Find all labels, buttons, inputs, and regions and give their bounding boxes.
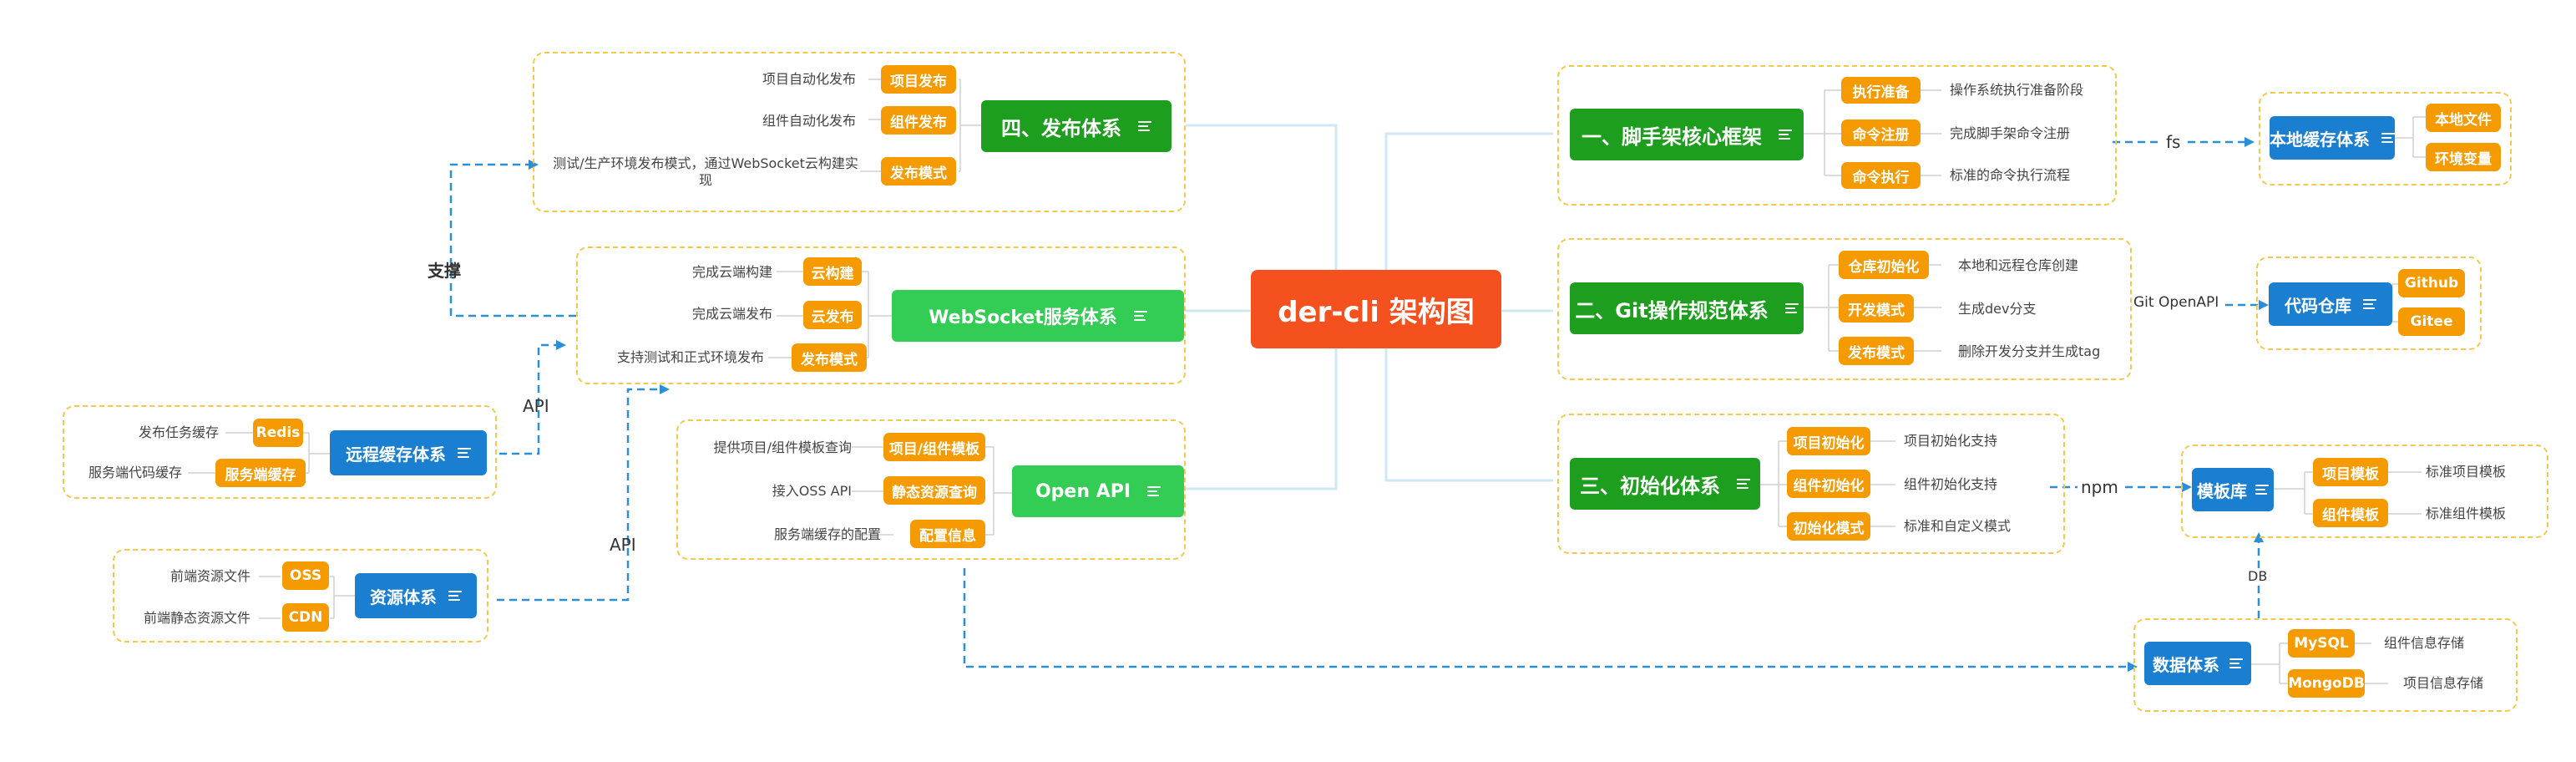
desc-cloud-publish: 完成云端发布 [691, 306, 772, 322]
desc-publish-mode: 删除开发分支并生成tag [1958, 343, 2101, 359]
desc-server-cache: 服务端代码缓存 [88, 465, 182, 480]
menu-icon [448, 588, 462, 603]
menu-icon [1737, 476, 1750, 491]
tag-dev-mode[interactable]: 开发模式 [1839, 294, 1914, 323]
desc-mongodb: 项目信息存储 [2403, 675, 2484, 691]
publish-node[interactable]: 四、发布体系 [981, 100, 1172, 152]
tag-mongodb[interactable]: MongoDB [2288, 669, 2365, 698]
menu-icon [2229, 656, 2243, 671]
local-cache-node[interactable]: 本地缓存体系 [2270, 116, 2395, 160]
tag-cmd-register[interactable]: 命令注册 [1841, 119, 1921, 146]
tag-cloud-publish[interactable]: 云发布 [803, 301, 862, 329]
desc-ws-publish-mode: 支持测试和正式环境发布 [616, 349, 764, 365]
tag-component-init[interactable]: 组件初始化 [1787, 470, 1870, 498]
desc-cmd-register: 完成脚手架命令注册 [1950, 125, 2071, 141]
menu-icon [1779, 127, 1792, 142]
websocket-node[interactable]: WebSocket服务体系 [892, 290, 1184, 342]
desc-init-mode: 标准和自定义模式 [1904, 518, 2012, 534]
desc-oss: 前端资源文件 [170, 568, 251, 584]
desc-cmd-exec: 标准的命令执行流程 [1950, 167, 2071, 183]
edge-label-db: DB [2248, 568, 2268, 584]
desc-cloud-build: 完成云端构建 [691, 264, 772, 280]
desc-config-info: 服务端缓存的配置 [773, 526, 881, 542]
tag-template-query[interactable]: 项目/组件模板 [883, 433, 985, 461]
desc-template-query: 提供项目/组件模板查询 [713, 439, 852, 455]
desc-component-init: 组件初始化支持 [1904, 476, 1998, 492]
tag-project-template[interactable]: 项目模板 [2313, 458, 2388, 486]
repo-node[interactable]: 代码仓库 [2269, 282, 2392, 326]
desc-repo-init: 本地和远程仓库创建 [1958, 257, 2079, 273]
menu-icon [458, 445, 471, 460]
center-title: der-cli 架构图 [1278, 295, 1475, 329]
tag-repo-init[interactable]: 仓库初始化 [1839, 251, 1929, 279]
desc-mysql: 组件信息存储 [2384, 635, 2465, 651]
init-node[interactable]: 三、初始化体系 [1570, 458, 1760, 510]
menu-icon [1138, 119, 1151, 134]
tag-cdn[interactable]: CDN [282, 603, 329, 632]
center-node[interactable]: der-cli 架构图 [1251, 270, 1501, 348]
edge-label-npm: npm [2078, 477, 2122, 497]
tag-gitee[interactable]: Gitee [2398, 307, 2465, 336]
tag-env-var[interactable]: 环境变量 [2426, 143, 2501, 171]
tag-project-init[interactable]: 项目初始化 [1787, 427, 1870, 455]
tag-redis[interactable]: Redis [253, 419, 303, 447]
edge-label-api-2: API [610, 535, 636, 555]
desc-exec-prepare: 操作系统执行准备阶段 [1950, 82, 2084, 98]
tag-static-query[interactable]: 静态资源查询 [883, 476, 985, 505]
menu-icon [2363, 297, 2376, 312]
tag-local-file[interactable]: 本地文件 [2426, 104, 2501, 132]
desc-static-query: 接入OSS API [772, 483, 852, 499]
menu-icon [1784, 301, 1799, 316]
scaffold-node[interactable]: 一、脚手架核心框架 [1570, 109, 1804, 160]
tag-github[interactable]: Github [2398, 269, 2465, 297]
desc-component-publish: 组件自动化发布 [762, 113, 856, 129]
desc-dev-mode: 生成dev分支 [1958, 301, 2037, 317]
tag-cmd-exec[interactable]: 命令执行 [1841, 162, 1921, 189]
menu-icon [1133, 308, 1147, 323]
edge-label-api-1: API [523, 396, 549, 416]
desc-component-template: 标准组件模板 [2426, 505, 2507, 521]
tag-exec-prepare[interactable]: 执行准备 [1841, 77, 1921, 104]
menu-icon [1147, 484, 1161, 499]
tag-publish-mode[interactable]: 发布模式 [1839, 337, 1914, 365]
desc-project-template: 标准项目模板 [2426, 464, 2507, 480]
resource-node[interactable]: 资源体系 [355, 573, 477, 618]
menu-icon [2381, 130, 2395, 145]
desc-redis: 发布任务缓存 [138, 424, 219, 440]
data-node[interactable]: 数据体系 [2144, 642, 2251, 685]
tag-server-cache[interactable]: 服务端缓存 [215, 459, 306, 487]
git-node[interactable]: 二、Git操作规范体系 [1570, 282, 1804, 334]
tag-oss[interactable]: OSS [282, 561, 329, 590]
template-node[interactable]: 模板库 [2192, 468, 2274, 511]
desc-project-publish: 项目自动化发布 [762, 71, 856, 87]
edge-label-support: 支撑 [428, 261, 461, 281]
desc-cdn: 前端静态资源文件 [143, 610, 251, 626]
dashed-links [449, 140, 2260, 668]
tag-publish-mode-left[interactable]: 发布模式 [881, 157, 956, 185]
tag-component-template[interactable]: 组件模板 [2313, 499, 2388, 527]
tag-mysql[interactable]: MySQL [2288, 629, 2355, 658]
tag-init-mode[interactable]: 初始化模式 [1787, 512, 1870, 541]
edge-label-git-openapi: Git OpenAPI [2133, 294, 2219, 311]
tag-cloud-build[interactable]: 云构建 [803, 257, 862, 286]
tag-component-publish[interactable]: 组件发布 [881, 106, 956, 135]
tag-config-info[interactable]: 配置信息 [910, 520, 985, 548]
tag-project-publish[interactable]: 项目发布 [881, 65, 956, 94]
arrow-heads [529, 137, 2269, 672]
edge-label-fs: fs [2163, 132, 2184, 152]
architecture-diagram: der-cli 架构图 一、脚手架核心框架 执行准备 命令注册 命令执行 操作系… [0, 0, 2576, 762]
desc-publish-mode-left: 测试/生产环境发布模式，通过WebSocket云构建实现 [553, 155, 858, 188]
openapi-node[interactable]: Open API [1012, 465, 1184, 517]
desc-project-init: 项目初始化支持 [1904, 433, 1998, 449]
remote-cache-node[interactable]: 远程缓存体系 [330, 430, 487, 475]
tag-ws-publish-mode[interactable]: 发布模式 [792, 343, 867, 372]
menu-icon [2255, 482, 2269, 497]
